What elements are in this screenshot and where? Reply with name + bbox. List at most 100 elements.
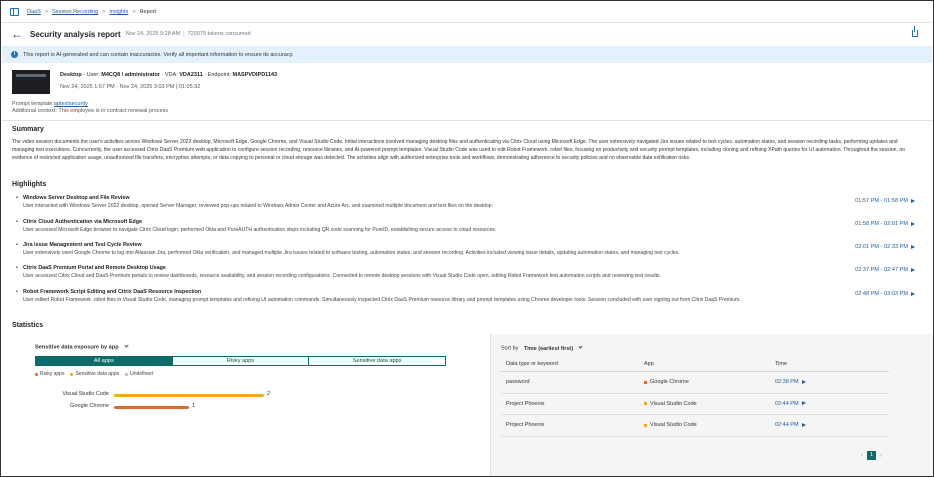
banner-text: This report is AI-generated and can cont… [23,51,294,58]
bar-row: Google Chrome 1 [2,403,490,411]
bar [114,405,189,409]
ai-info-banner: i This report is AI-generated and can co… [2,46,932,63]
cell-keyword: password [506,379,530,386]
next-page-icon[interactable]: › [880,453,882,459]
highlight-description: User accessed Microsoft Edge browser to … [23,226,497,233]
vda-name: VDA2311 [179,72,203,78]
cell-app: Visual Studio Code [644,422,775,428]
table-row: Project Phoenix Visual Studio Code 02:44… [501,415,889,437]
bar-row: Visual Studio Code 2 [2,391,490,399]
bar-category-label: Google Chrome [70,403,109,409]
tab-risky-apps[interactable]: Risky apps [172,357,310,365]
sensitive-data-table: Data type or keyword App Time password G… [501,357,889,437]
session-time-range: Nov 24, 2025 1:57 PM - Nov 24, 2025 3:03… [60,84,175,90]
play-icon [801,379,806,384]
legend-risky: Risky apps [35,371,64,377]
info-icon: i [11,51,18,58]
highlight-time: 01:58 PM - 02:01 PM [855,221,908,227]
cell-keyword: Project Phoenix [506,400,545,407]
user-label: User: [86,72,100,78]
legend-dot [125,372,129,376]
breadcrumb-daas[interactable]: DaaS [27,9,41,15]
title-row: ← Security analysis report Nov 24, 2025 … [2,23,932,45]
back-arrow-icon[interactable]: ← [11,28,23,40]
sort-control[interactable]: Sort by Time (earliest first) [501,344,583,352]
highlight-description: User interacted with Windows Server 2022… [23,202,494,209]
cell-app: Google Chrome [644,379,775,385]
highlight-time: 02:48 PM - 03:03 PM [855,291,908,297]
exposure-dropdown[interactable]: Sensitive data exposure by app [35,343,129,351]
cell-time-link[interactable]: 02:38 PM [775,379,889,385]
highlight-time-link[interactable]: 02:01 PM - 02:33 PM [855,244,915,250]
tab-all-apps[interactable]: All apps [36,357,173,365]
meta-separator: | [183,31,185,37]
highlight-time-link[interactable]: 02:48 PM - 03:03 PM [855,291,915,297]
play-icon [911,244,915,249]
cell-keyword: Project Phoenix [506,422,545,429]
chevron-down-icon [578,344,583,349]
prev-page-icon[interactable]: ‹ [861,453,863,459]
sidebar-toggle-icon[interactable] [10,8,19,16]
tokens-consumed: 720075 tokens consumed [187,31,251,37]
legend-label: Sensitive data apps [75,371,120,377]
highlights-heading: Highlights [12,181,47,188]
table-header: Data type or keyword App Time [501,357,889,372]
column-header-app: App [644,361,654,367]
cell-time: 02:44 PM [775,422,799,429]
highlight-title: Citrix DaaS Premium Portal and Remote De… [23,265,166,271]
session-duration: 01:05:32 [178,84,201,90]
cell-time: 02:38 PM [775,379,799,386]
machine-type: Desktop [60,72,82,78]
cell-time-link[interactable]: 02:44 PM [775,401,889,407]
bullet: • [16,289,18,295]
cell-time-link[interactable]: 02:44 PM [775,422,889,428]
chart-legend: Risky apps Sensitive data apps Undefined [35,371,159,377]
summary-heading: Summary [12,126,44,133]
statistics-heading: Statistics [12,322,44,329]
breadcrumb-session-recording[interactable]: Session Recording [52,9,98,15]
top-bar: DaaS > Session Recording > Insights > Re… [2,2,932,23]
play-icon [801,401,806,406]
app-color-marker [644,423,647,427]
highlight-description: User accessed Citrix Cloud and DaaS Prem… [23,272,661,279]
bullet: • [16,242,18,248]
session-thumbnail[interactable] [12,70,50,94]
cell-time: 02:44 PM [775,400,799,407]
share-icon[interactable] [912,26,918,37]
prompt-template-link[interactable]: aptestsecurity [54,101,88,107]
breadcrumb-insights[interactable]: Insights [109,9,128,15]
tab-sensitive-data-apps[interactable]: Sensitive data apps [309,357,446,365]
highlight-time: 02:37 PM - 02:47 PM [855,267,908,273]
page-number[interactable]: 1 [867,451,876,460]
sort-value: Time (earliest first) [523,345,574,352]
additional-context-label: Additional context: [12,108,57,114]
breadcrumb-separator: > [102,9,106,15]
play-icon [911,198,915,203]
bullet: • [16,219,18,225]
additional-context-value: This employee is in contract renewal pro… [58,108,169,114]
app-name: Visual Studio Code [650,400,697,407]
app-color-marker [644,402,647,406]
highlight-time-link[interactable]: 01:57 PM - 01:58 PM [855,198,915,204]
column-header-time: Time [775,361,788,367]
app-name: Visual Studio Code [650,422,697,429]
legend-dot [70,372,74,376]
breadcrumb-current: Report [139,9,157,15]
highlight-time-link[interactable]: 02:37 PM - 02:47 PM [855,267,915,273]
play-icon [801,422,806,427]
highlight-time: 02:01 PM - 02:33 PM [855,244,908,250]
report-window: DaaS > Session Recording > Insights > Re… [0,0,934,477]
summary-text: The video session documents the user's a… [12,139,906,162]
app-filter-tabs: All apps Risky apps Sensitive data apps [35,356,446,366]
highlight-time-link[interactable]: 01:58 PM - 02:01 PM [855,221,915,227]
bar [114,393,264,397]
divider [2,120,932,121]
legend-undefined: Undefined [125,371,153,377]
legend-dot [35,372,38,376]
prompt-info: Prompt template:aptestsecurity Additiona… [12,101,168,115]
play-icon [911,267,915,272]
highlight-title: Robot Framework Script Editing and Citri… [23,289,202,295]
breadcrumb-separator: > [132,9,136,15]
bullet: • [16,195,18,201]
pagination: ‹ 1 › [861,451,882,460]
